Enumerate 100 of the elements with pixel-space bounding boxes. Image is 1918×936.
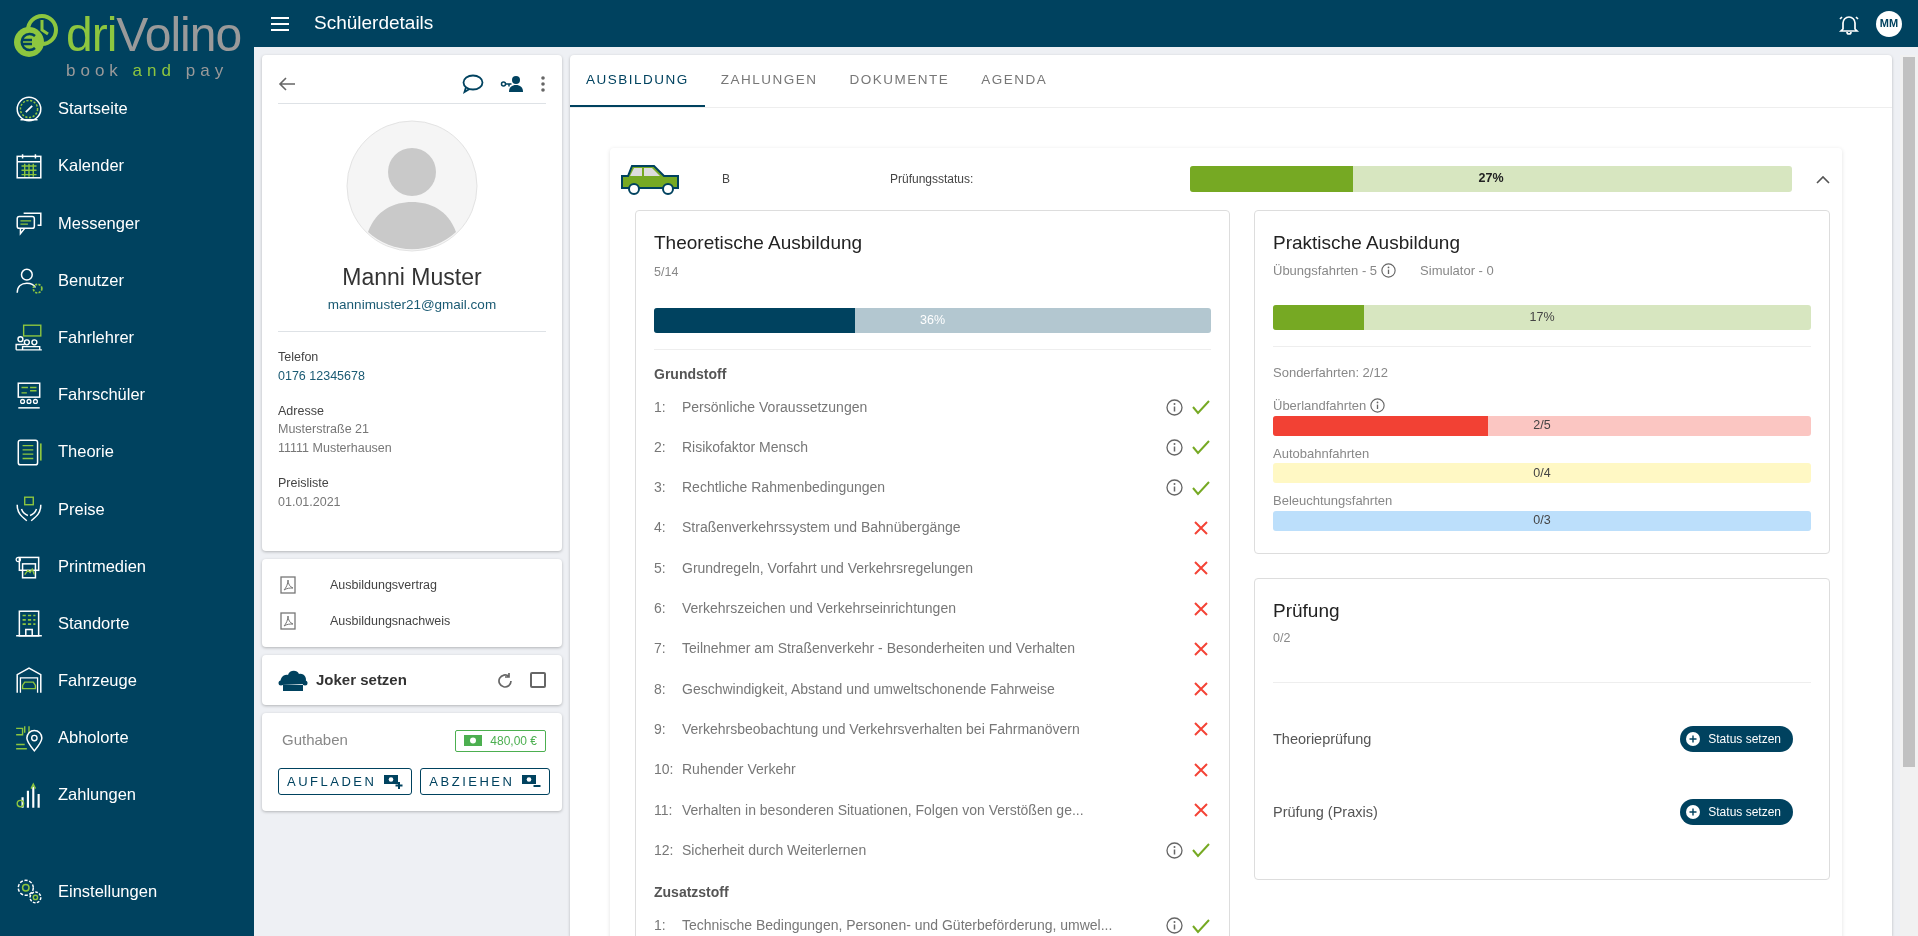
lesson-title: Verhalten in besonderen Situationen, Folgen von Verstößen ge...	[682, 800, 1085, 820]
lesson-title: Verkehrszeichen und Verkehrseinrichtungen	[682, 599, 957, 619]
field-value: 11111 Musterhausen	[278, 440, 393, 458]
ride-type-label: Autobahnfahrten	[1273, 444, 1370, 463]
progress-count: 5/14	[654, 264, 680, 282]
banknote-icon	[464, 735, 483, 747]
joker-label: Joker setzen	[316, 670, 408, 691]
lesson-number: 11:	[654, 800, 674, 820]
chat-icon	[462, 74, 484, 95]
lesson-number: 10:	[654, 760, 675, 780]
progress-reading: 0/4	[1533, 464, 1551, 482]
tab[interactable]: DOKUMENTE	[833, 55, 966, 107]
sidebar-item[interactable]: Abholorte	[0, 709, 254, 767]
info-icon[interactable]	[1166, 841, 1183, 859]
section-title: Praktische Ausbildung	[1273, 230, 1461, 255]
special-rides-summary: Sonderfahrten: 2/12	[1273, 363, 1389, 382]
balance-label: Guthaben	[282, 730, 348, 751]
lesson-number: 8:	[654, 679, 667, 699]
sidebar-item[interactable]: Zahlungen	[0, 766, 254, 824]
progress-reading: 27%	[1478, 170, 1504, 188]
lesson-title: Risikofaktor Mensch	[682, 437, 810, 457]
balance-amount: 480,00 €	[455, 729, 546, 752]
classroom-icon	[14, 322, 44, 353]
lesson-number: 7:	[654, 639, 667, 659]
field-value: Musterstraße 21	[278, 421, 370, 439]
document-link[interactable]: Ausbildungsnachweis	[278, 603, 546, 640]
user-avatar[interactable]: MM	[1876, 10, 1902, 37]
plus-circle-icon	[1686, 805, 1701, 820]
chevron-up-icon	[1816, 174, 1830, 184]
lesson-title: Ruhender Verkehr	[682, 760, 797, 780]
sidebar-item[interactable]: Kalender	[0, 137, 254, 195]
info-icon[interactable]	[1166, 917, 1183, 935]
sidebar-item[interactable]: Startseite	[0, 80, 254, 138]
top-up-button[interactable]: AUFLADEN	[278, 767, 413, 796]
section-heading: Grundstoff	[654, 364, 728, 384]
lesson-counter: Simulator - 0	[1420, 262, 1494, 281]
field-label: Preisliste	[278, 474, 330, 492]
sidebar-item[interactable]: Messenger	[0, 194, 254, 252]
field-label: Adresse	[278, 402, 325, 420]
email-link[interactable]: mannimuster21@gmail.com	[278, 294, 546, 333]
exam-status-label: Prüfungsstatus:	[890, 170, 975, 188]
document-link[interactable]: Ausbildungsvertrag	[278, 567, 546, 604]
set-status-button[interactable]: Status setzen	[1680, 799, 1793, 826]
money-add-icon	[384, 773, 404, 790]
section-title: Theoretische Ausbildung	[654, 230, 864, 255]
joker-checkbox[interactable]	[530, 672, 546, 689]
lesson-title: Sicherheit durch Weiterlernen	[682, 840, 868, 860]
tab[interactable]: AUSBILDUNG	[570, 55, 705, 107]
gauge-icon	[14, 93, 44, 124]
user-key-icon	[500, 75, 524, 94]
lesson-title: Rechtliche Rahmenbedingungen	[682, 478, 887, 498]
sidebar-item[interactable]: Printmedien	[0, 537, 254, 595]
page-title: Schülerdetails	[314, 11, 434, 36]
field-value: 01.01.2021	[278, 493, 342, 511]
progress-reading: 2/5	[1533, 417, 1551, 435]
section-heading: Zusatzstoff	[654, 883, 730, 903]
scrollbar-thumb[interactable]	[1903, 57, 1915, 768]
sidebar-item[interactable]: Benutzer	[0, 251, 254, 309]
sidebar-item[interactable]: Standorte	[0, 594, 254, 652]
progress-reading: 36%	[920, 312, 945, 330]
more-vertical-icon	[540, 75, 546, 94]
lesson-number: 12:	[654, 840, 675, 860]
exam-label: Theorieprüfung	[1273, 729, 1372, 749]
sidebar-item[interactable]: Preise	[0, 480, 254, 538]
progress-reading: 17%	[1529, 308, 1555, 326]
lesson-title: Teilnehmer am Straßenverkehr - Besonderheiten und Verhalten	[682, 639, 1076, 659]
deduct-button[interactable]: ABZIEHEN	[420, 767, 551, 796]
lesson-number: 4:	[654, 518, 667, 538]
info-icon[interactable]	[1381, 263, 1397, 279]
lesson-number: 1:	[654, 916, 667, 936]
info-icon[interactable]	[1370, 398, 1386, 414]
sidebar-item[interactable]: Fahrlehrer	[0, 308, 254, 366]
lesson-title: Geschwindigkeit, Abstand und umweltschonende Fahrweise	[682, 679, 1056, 699]
progress-count: 0/2	[1273, 630, 1292, 648]
sidebar-item[interactable]: Einstellungen	[0, 862, 254, 920]
info-icon[interactable]	[1166, 398, 1183, 416]
tab[interactable]: AGENDA	[965, 55, 1064, 107]
license-class: B	[722, 170, 731, 188]
lesson-number: 1:	[654, 397, 667, 417]
set-status-button[interactable]: Status setzen	[1680, 726, 1793, 753]
menu-icon	[270, 16, 290, 33]
lesson-title: Persönliche Voraussetzungen	[682, 397, 869, 417]
pdf-icon	[280, 612, 296, 631]
sidebar-item[interactable]: Theorie	[0, 423, 254, 481]
info-icon[interactable]	[1166, 438, 1183, 456]
plus-circle-icon	[1686, 732, 1701, 747]
bell-icon	[1838, 13, 1860, 36]
exam-label: Prüfung (Praxis)	[1273, 802, 1378, 822]
student-name: Manni Muster	[341, 263, 483, 293]
sidebar-item[interactable]: Fahrschüler	[0, 365, 254, 424]
lesson-title: Grundregeln, Vorfahrt und Verkehrsregelungen	[682, 558, 975, 578]
sidebar-item[interactable]: Fahrzeuge	[0, 651, 254, 710]
lesson-number: 6:	[654, 599, 667, 619]
info-icon[interactable]	[1166, 479, 1183, 497]
ride-type-label: Überlandfahrten	[1273, 397, 1367, 416]
ride-type-label: Beleuchtungsfahrten	[1273, 492, 1393, 511]
tab[interactable]: ZAHLUNGEN	[704, 55, 834, 107]
phone-link[interactable]: 0176 12345678	[278, 366, 546, 386]
back-arrow-icon	[278, 76, 296, 93]
lesson-title: Technische Bedingungen, Personen- und Güterbeförderung, umwel...	[682, 916, 1114, 936]
